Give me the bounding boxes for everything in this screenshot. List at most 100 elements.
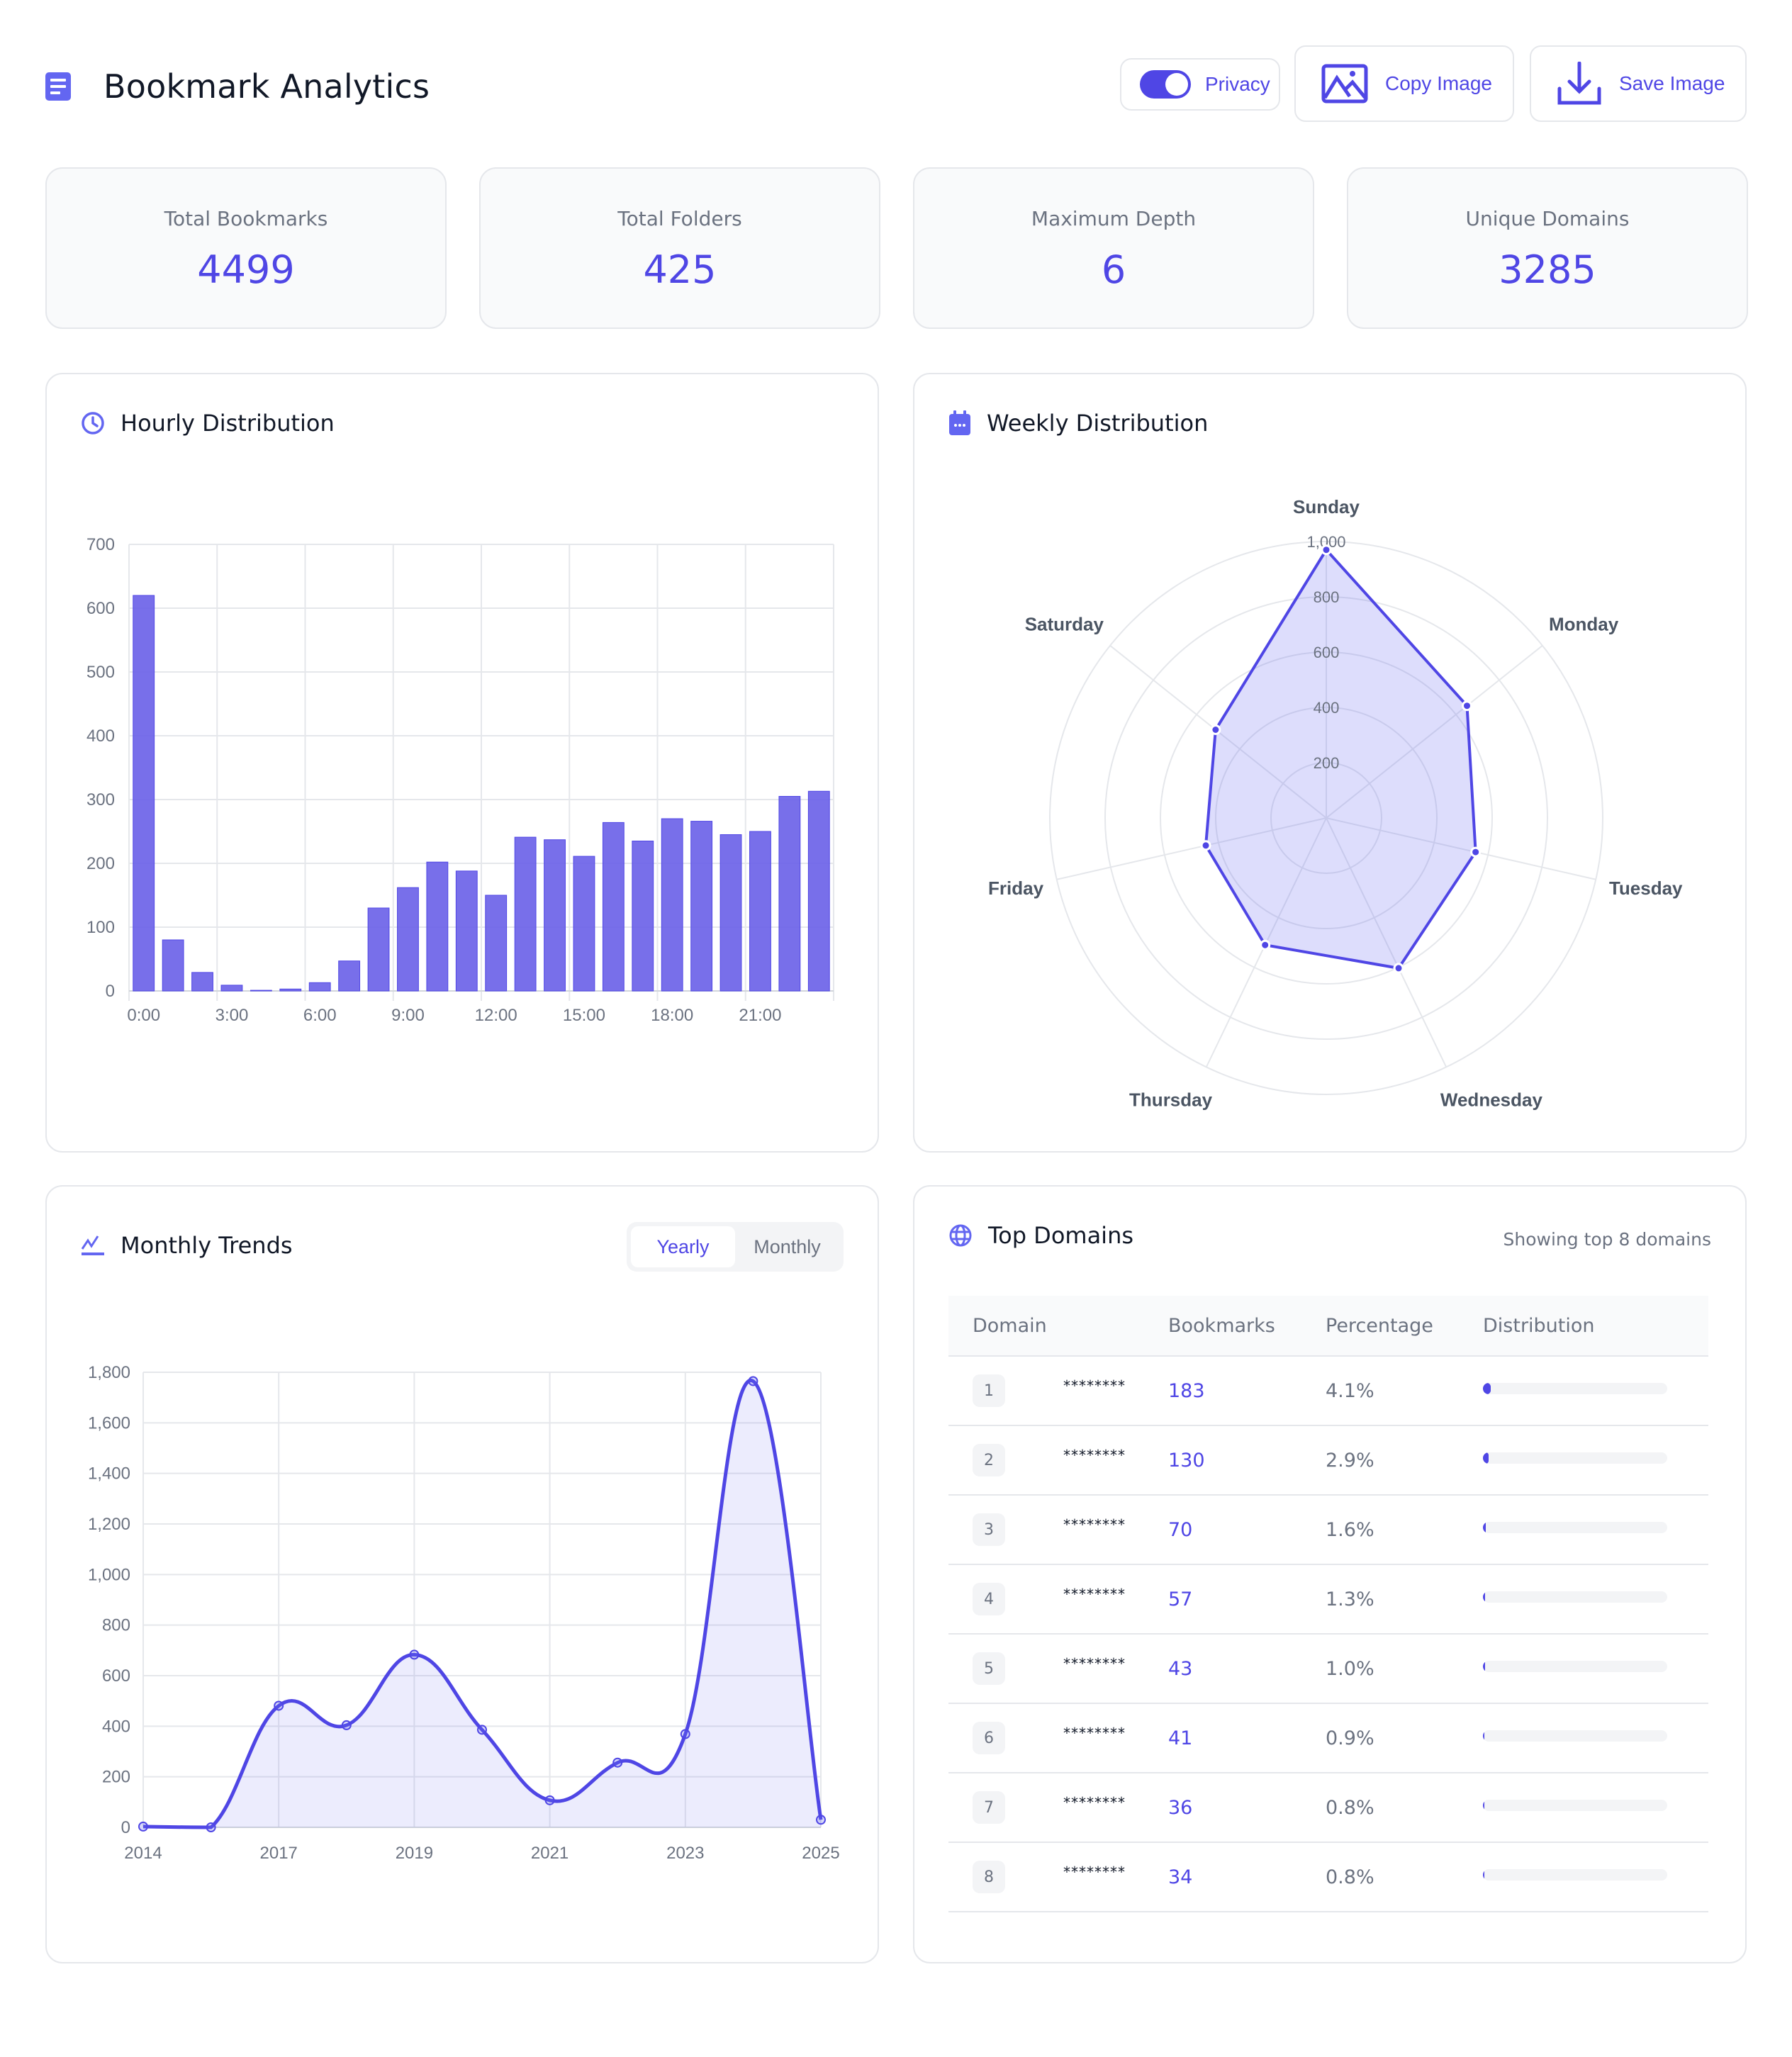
table-row[interactable]: 6 ******** 41 0.9% [948,1704,1708,1773]
domain-cell: 3 ******** [948,1513,1168,1546]
distribution-fill [1483,1591,1486,1603]
stat-total-folders: Total Folders 425 [479,167,880,329]
trend-area [143,1380,821,1827]
stat-total-bookmarks: Total Bookmarks 4499 [45,167,447,329]
save-image-button[interactable]: Save Image [1530,45,1747,122]
stat-label: Maximum Depth [1031,207,1197,230]
copy-image-label: Copy Image [1385,72,1492,94]
domain-name: ******** [1063,1863,1126,1881]
privacy-toggle[interactable]: Privacy [1120,58,1280,111]
toggle-switch-icon[interactable] [1140,70,1191,99]
card-title: Hourly Distribution [81,410,335,437]
radar-area [1204,547,1477,970]
distribution-cell [1483,1800,1708,1811]
y-tick-label: 600 [86,599,115,618]
y-tick-label: 200 [102,1768,130,1787]
radar-point [1260,939,1271,951]
col-domain: Domain [973,1314,1047,1337]
table-row[interactable]: 4 ******** 57 1.3% [948,1565,1708,1635]
table-row[interactable]: 8 ******** 34 0.8% [948,1843,1708,1912]
distribution-fill [1483,1661,1485,1672]
rank-badge: 3 [973,1513,1005,1546]
y-tick-label: 1,200 [88,1515,130,1534]
trend-line-icon [81,1235,104,1255]
x-tick-label: 9:00 [391,1006,425,1025]
distribution-fill [1483,1869,1485,1881]
stat-label: Total Bookmarks [164,207,328,230]
bar [690,821,713,992]
y-tick-label: 0 [106,982,115,1001]
title-bar: Bookmark Analytics [45,45,430,128]
rank-badge: 8 [973,1861,1005,1893]
distribution-bar [1483,1522,1667,1533]
distribution-bar [1483,1661,1667,1672]
radar-point [1210,724,1221,736]
x-tick-label: 2025 [802,1844,839,1863]
table-row[interactable]: 3 ******** 70 1.6% [948,1496,1708,1565]
hourly-distribution-card: 0 100 200 300 400 500 600 700 0:00 3:00 6:00 9:00 12… [45,373,879,1153]
hourly-title: Hourly Distribution [121,410,335,437]
distribution-bar [1483,1730,1667,1742]
rank-badge: 5 [973,1652,1005,1685]
x-tick-label: 3:00 [215,1006,249,1025]
radar-axis-label: Saturday [1025,614,1104,635]
stat-label: Unique Domains [1465,207,1630,230]
y-tick-label: 1,000 [88,1565,130,1584]
domains-subtitle: Showing top 8 domains [1503,1229,1711,1250]
period-toggle[interactable]: Yearly Monthly [627,1222,844,1272]
radar-point [1470,846,1482,858]
card-title: Monthly Trends [81,1232,293,1259]
page-title: Bookmark Analytics [103,67,430,106]
bookmark-count: 130 [1168,1449,1205,1472]
rank-badge: 1 [973,1374,1005,1407]
domain-name: ******** [1063,1655,1126,1672]
distribution-bar [1483,1383,1667,1394]
bar [133,595,155,992]
bar [426,861,449,992]
trend-point [341,1720,352,1730]
bar [485,895,508,992]
r-tick-label: 600 [1314,644,1340,661]
radar-axis-label: Thursday [1129,1089,1213,1110]
trend-point [409,1649,420,1660]
table-row[interactable]: 7 ******** 36 0.8% [948,1773,1708,1843]
percentage: 1.0% [1326,1657,1374,1680]
bookmark-count: 70 [1168,1518,1193,1541]
calendar-icon [949,410,970,435]
y-tick-label: 1,400 [88,1464,130,1484]
trend-point [748,1376,758,1386]
stats-row: Total Bookmarks 4499 Total Folders 425 M… [45,167,1748,329]
bar [807,790,830,992]
tab-monthly[interactable]: Monthly [735,1226,839,1267]
card-title: Weekly Distribution [948,410,1208,437]
distribution-fill [1483,1452,1489,1464]
table-row[interactable]: 5 ******** 43 1.0% [948,1635,1708,1704]
clock-icon [82,412,104,435]
tab-yearly[interactable]: Yearly [631,1226,735,1267]
domains-title: Top Domains [988,1222,1134,1249]
table-body: 1 ******** 183 4.1% 2 ******** 130 2.9% [948,1357,1708,1912]
copy-image-button[interactable]: Copy Image [1294,45,1514,122]
distribution-cell [1483,1522,1708,1533]
distribution-bar [1483,1591,1667,1603]
bar [544,839,566,992]
bookmark-count: 41 [1168,1727,1193,1749]
table-row[interactable]: 2 ******** 130 2.9% [948,1426,1708,1496]
col-distribution: Distribution [1483,1314,1595,1337]
trends-title: Monthly Trends [121,1232,293,1259]
percentage: 1.6% [1326,1518,1374,1541]
trend-point [206,1822,216,1832]
col-percentage: Percentage [1326,1314,1433,1337]
distribution-bar [1483,1452,1667,1464]
y-tick-label: 700 [86,535,115,554]
y-tick-label: 300 [86,790,115,809]
distribution-cell [1483,1452,1708,1464]
bar [778,796,801,992]
stat-value: 425 [643,247,717,292]
domain-cell: 2 ******** [948,1444,1168,1476]
table-row[interactable]: 1 ******** 183 4.1% [948,1357,1708,1426]
bar [719,834,742,992]
y-tick-label: 600 [102,1666,130,1686]
image-icon [1321,64,1368,103]
x-tick-label: 15:00 [563,1006,605,1025]
